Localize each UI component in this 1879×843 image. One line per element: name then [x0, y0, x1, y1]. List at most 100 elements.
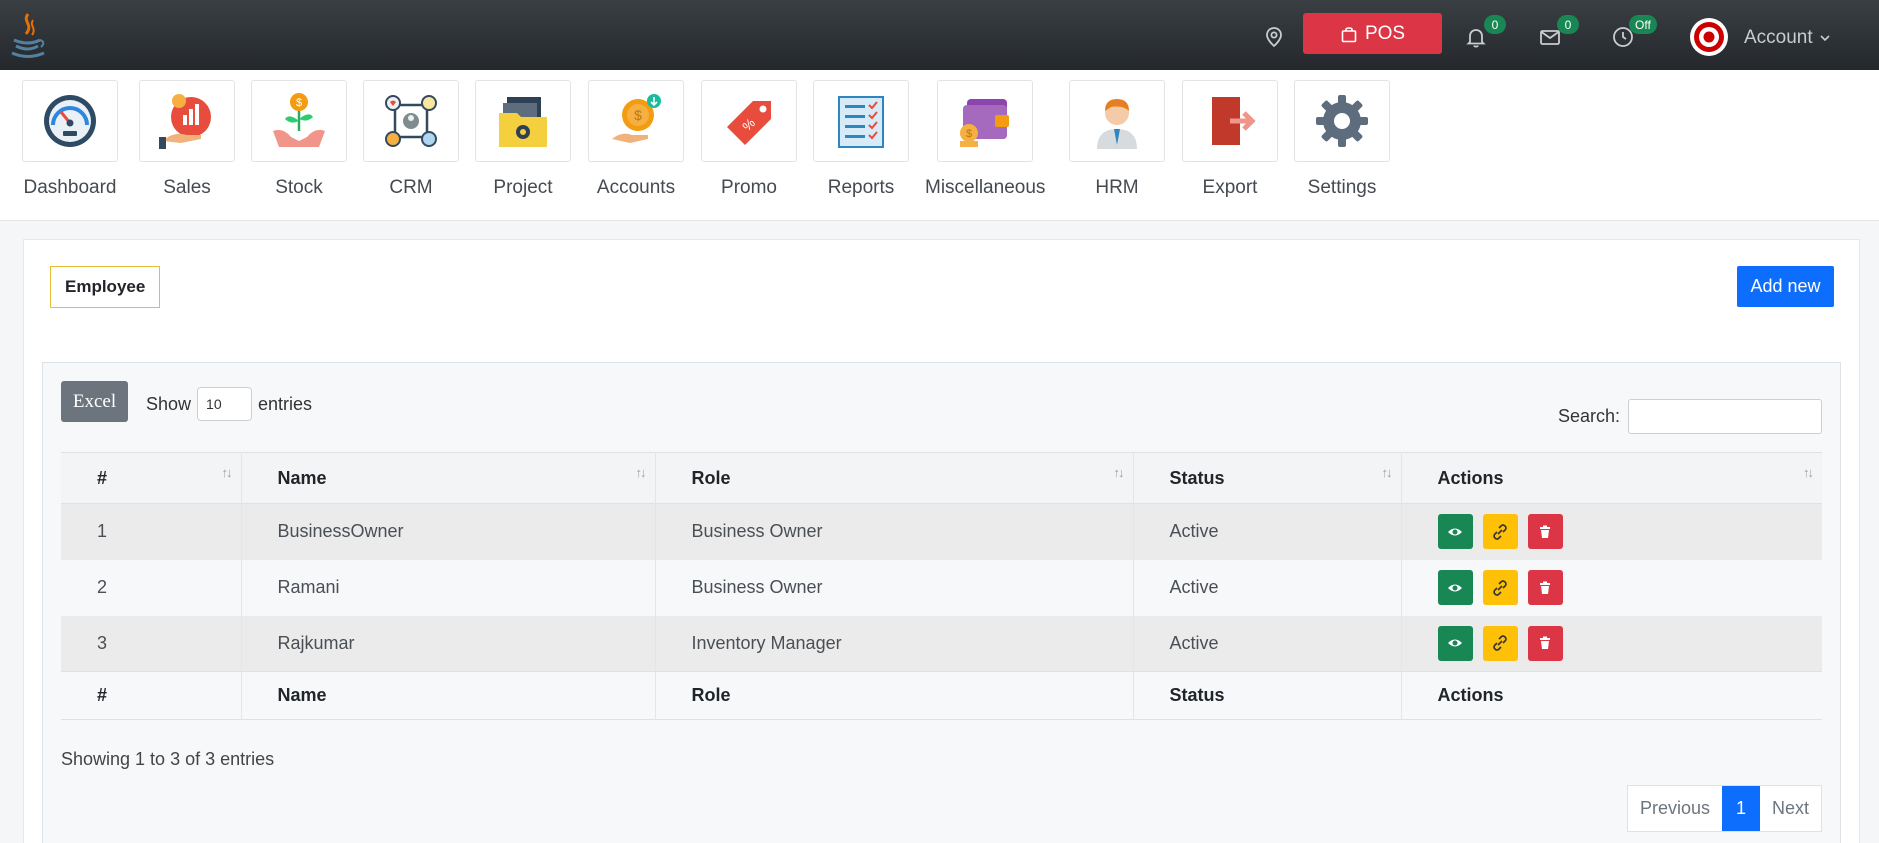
wallet-icon: $ [960, 99, 1010, 147]
next-page-button[interactable]: Next [1760, 786, 1821, 831]
table-header-row: # ↑↓ Name ↑↓ Role ↑↓ Status ↑↓ Actions ↑↓ [61, 452, 1822, 504]
view-button[interactable] [1437, 514, 1473, 550]
notifications-count-badge: 0 [1484, 15, 1506, 34]
module-hrm[interactable]: HRM [1069, 80, 1165, 199]
avatar[interactable] [1690, 18, 1728, 56]
search-label: Search: [1557, 406, 1620, 426]
footer-header-actions: Actions [1437, 685, 1504, 705]
link-icon [1493, 523, 1507, 540]
account-menu[interactable]: Account [1744, 27, 1831, 49]
footer-header-number: # [61, 671, 242, 720]
trash-icon [1540, 636, 1551, 650]
module-label: Stock [275, 177, 323, 198]
account-label: Account [1744, 27, 1813, 48]
delete-button[interactable] [1527, 514, 1563, 550]
project-folder-gear-icon [499, 97, 547, 147]
module-export[interactable]: Export [1182, 80, 1278, 199]
column-header-status[interactable]: Status ↑↓ [1133, 452, 1402, 504]
module-accounts[interactable]: $ Accounts [588, 80, 684, 199]
cell-actions [1401, 504, 1822, 560]
cell-name: Rajkumar [241, 615, 656, 672]
delete-button[interactable] [1527, 570, 1563, 605]
module-label: Reports [827, 177, 895, 198]
view-button[interactable] [1437, 570, 1473, 605]
module-bar: Dashboard Sales $ Stock CRM Project $ Ac… [0, 70, 1879, 221]
module-label: Promo [721, 177, 777, 198]
footer-header-status: Status [1133, 671, 1402, 720]
module-label: Miscellaneous [925, 177, 1046, 198]
module-dashboard[interactable]: Dashboard [22, 80, 118, 199]
cell-name: BusinessOwner [241, 503, 656, 560]
footer-header-role: Role [655, 671, 1134, 720]
pos-button[interactable]: POS [1303, 13, 1442, 54]
messages-count-badge: 0 [1557, 15, 1579, 34]
module-project[interactable]: Project [475, 80, 571, 199]
module-reports[interactable]: Reports [813, 80, 909, 199]
module-miscellaneous[interactable]: $ Miscellaneous [925, 80, 1045, 199]
previous-page-button[interactable]: Previous [1628, 786, 1722, 831]
dashboard-gauge-icon [44, 95, 96, 147]
accounts-coin-hand-icon: $ [612, 94, 661, 143]
sales-chart-hand-icon [159, 94, 211, 149]
page-title: Employee [50, 266, 161, 308]
target-logo-icon [1694, 22, 1724, 52]
show-label: Show [146, 393, 192, 414]
search-input[interactable] [1628, 399, 1822, 434]
table-row: 1 BusinessOwner Business Owner Active [61, 503, 1822, 560]
module-stock[interactable]: $ Stock [251, 80, 347, 199]
column-header-name[interactable]: Name ↑↓ [241, 452, 656, 504]
cell-actions [1401, 616, 1822, 672]
entries-select[interactable]: 10 [197, 387, 253, 421]
excel-export-button[interactable]: Excel [61, 381, 128, 422]
stock-plant-icon: $ [273, 93, 325, 147]
cell-status: Active [1133, 615, 1402, 672]
sort-icon: ↑↓ [221, 465, 233, 480]
table-row: 2 Ramani Business Owner Active [61, 559, 1822, 616]
cell-number: 3 [61, 615, 242, 672]
svg-text:$: $ [296, 97, 302, 109]
promo-tag-icon: % [727, 101, 771, 145]
module-label: Accounts [596, 177, 676, 198]
cell-number: 2 [61, 559, 242, 616]
module-label: Sales [163, 177, 211, 198]
table-panel: Excel Show 10 entries Search: # ↑↓ Name ↑↓… [42, 362, 1841, 843]
column-header-number[interactable]: # ↑↓ [61, 452, 242, 504]
page-1-button[interactable]: 1 [1721, 786, 1760, 831]
sort-icon: ↑↓ [635, 465, 647, 480]
column-header-actions[interactable]: Actions ↑↓ [1401, 453, 1822, 504]
add-new-button[interactable]: Add new [1737, 266, 1834, 307]
svg-text:$: $ [634, 107, 642, 123]
java-logo-icon[interactable] [8, 10, 48, 60]
cell-actions [1401, 560, 1822, 616]
delete-button[interactable] [1527, 625, 1563, 661]
entries-length-control: Show 10 entries [146, 387, 312, 421]
entries-label: entries [258, 393, 313, 414]
module-promo[interactable]: % Promo [701, 80, 797, 199]
cell-role: Inventory Manager [655, 615, 1134, 672]
link-button[interactable] [1482, 570, 1518, 605]
table-info: Showing 1 to 3 of 3 entries [61, 749, 275, 769]
module-sales[interactable]: Sales [139, 80, 235, 199]
module-crm[interactable]: CRM [363, 80, 459, 199]
cell-status: Active [1133, 559, 1402, 616]
eye-icon [1448, 584, 1462, 591]
svg-text:$: $ [966, 128, 972, 140]
module-label: Project [493, 177, 553, 198]
table-search: Search: [1558, 399, 1822, 434]
trash-icon [1540, 525, 1551, 538]
location-pin-icon[interactable] [1263, 26, 1285, 48]
cell-role: Business Owner [655, 559, 1134, 616]
pagination: Previous 1 Next [1626, 785, 1822, 832]
link-button[interactable] [1482, 625, 1518, 661]
sort-icon: ↑↓ [1381, 465, 1393, 480]
column-header-role[interactable]: Role ↑↓ [655, 452, 1134, 504]
sort-icon: ↑↓ [1113, 465, 1125, 480]
cell-status: Active [1133, 503, 1402, 560]
link-button[interactable] [1482, 514, 1518, 550]
module-settings[interactable]: Settings [1294, 80, 1390, 199]
cell-role: Business Owner [655, 503, 1134, 560]
link-icon [1493, 579, 1507, 596]
top-navbar: POS 0 0 Off Account [0, 0, 1879, 70]
view-button[interactable] [1437, 625, 1473, 661]
pos-label: POS [1364, 22, 1406, 44]
